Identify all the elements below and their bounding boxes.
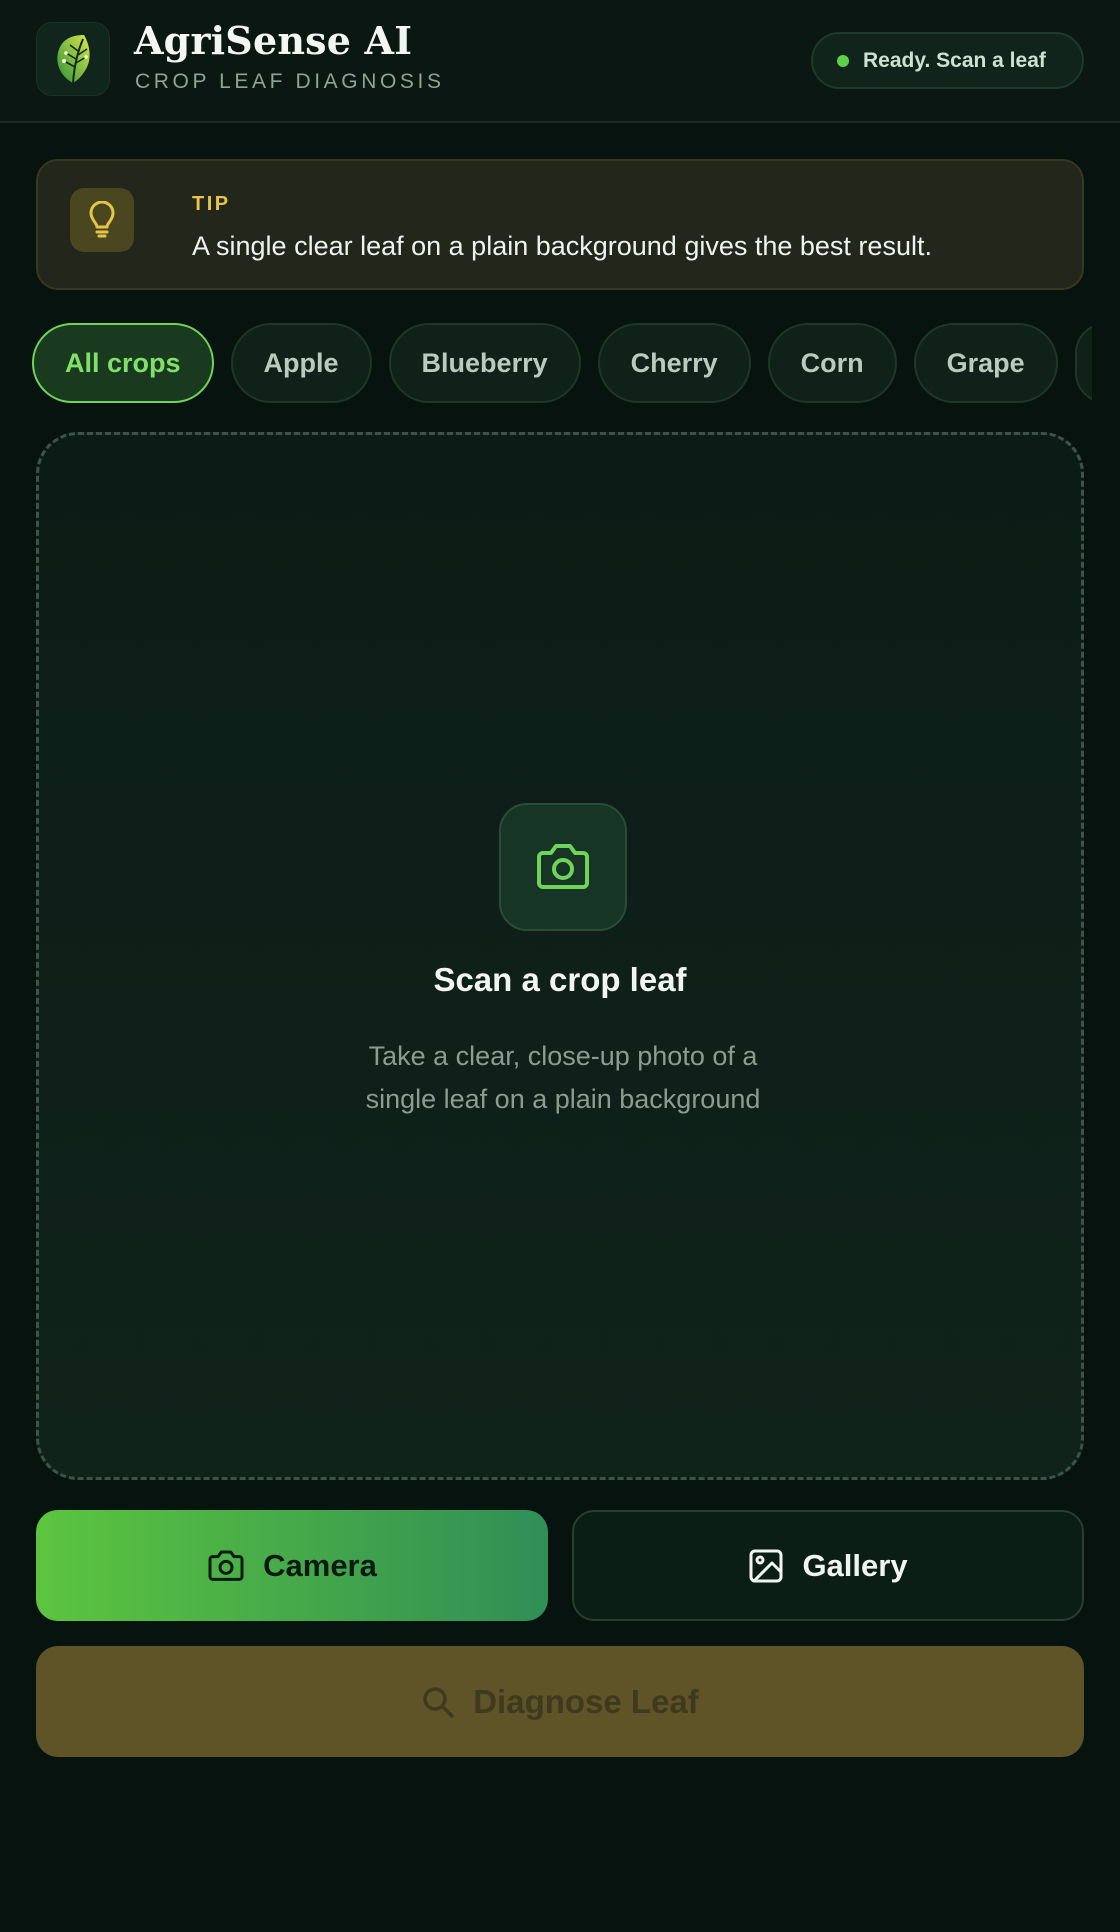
camera-icon [537,844,589,889]
chip-cherry[interactable]: Cherry [597,323,751,403]
tip-text: A single clear leaf on a plain backgroun… [192,231,932,261]
app-logo [36,22,110,96]
tip-label: TIP [192,193,231,215]
scan-title: Scan a crop leaf [433,961,687,998]
leaf-icon [57,35,90,84]
lightbulb-icon [89,201,115,238]
app-subtitle: CROP LEAF DIAGNOSIS [135,70,445,93]
scan-dropzone[interactable]: Scan a crop leaf Take a clear, close-up … [36,432,1084,1480]
diagnose-leaf-button[interactable]: Diagnose Leaf [36,1646,1084,1757]
chip-next-partial[interactable] [1074,323,1092,403]
app-screen: AgriSense AI CROP LEAF DIAGNOSIS Ready. … [0,0,1120,1932]
gallery-button-label: Gallery [802,1547,908,1583]
status-dot-icon [837,54,849,67]
tip-banner: TIP A single clear leaf on a plain backg… [36,159,1084,290]
status-badge: Ready. Scan a leaf [811,32,1084,89]
gallery-button[interactable]: Gallery [572,1510,1084,1621]
crop-filter-chips: All crops Apple Blueberry Cherry Corn Gr… [32,323,1092,403]
camera-button-label: Camera [263,1547,377,1583]
scan-camera-tile [499,803,627,931]
chip-corn[interactable]: Corn [767,323,897,403]
tip-icon-tile [70,188,134,252]
image-icon [749,1549,783,1582]
app-title: AgriSense AI [134,18,413,63]
search-icon [423,1686,454,1718]
chip-all-crops[interactable]: All crops [32,323,214,403]
chip-grape[interactable]: Grape [913,323,1058,403]
chip-apple[interactable]: Apple [230,323,372,403]
diagnose-button-label: Diagnose Leaf [473,1682,699,1720]
camera-button[interactable]: Camera [36,1510,548,1621]
scan-description: Take a clear, close-up photo of a single… [365,1041,761,1114]
app-header: AgriSense AI CROP LEAF DIAGNOSIS Ready. … [0,0,1120,123]
camera-icon [208,1550,244,1581]
chip-blueberry[interactable]: Blueberry [388,323,581,403]
status-text: Ready. Scan a leaf [863,48,1046,72]
